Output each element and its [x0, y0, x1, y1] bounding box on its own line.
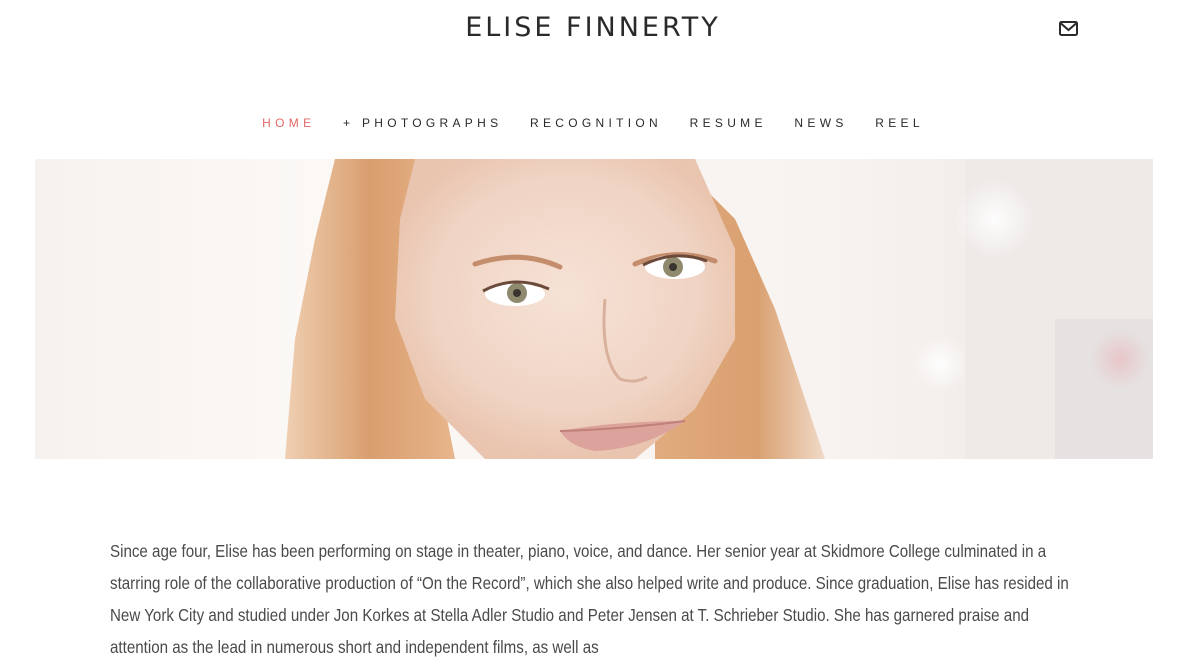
main-nav: HOME + PHOTOGRAPHS RECOGNITION RESUME NE…	[0, 116, 1186, 130]
nav-recognition[interactable]: RECOGNITION	[530, 116, 662, 130]
bio-text: Since age four, Elise has been performin…	[110, 541, 1069, 657]
nav-news[interactable]: NEWS	[794, 116, 847, 130]
envelope-icon-svg	[1059, 21, 1078, 36]
nav-photographs[interactable]: + PHOTOGRAPHS	[343, 116, 502, 130]
nav-reel[interactable]: REEL	[875, 116, 924, 130]
envelope-icon[interactable]	[1058, 20, 1080, 38]
hero-portrait-image	[35, 159, 1153, 459]
page: ELISE FINNERTY HOME + PHOTOGRAPHS RECOGN…	[0, 0, 1190, 668]
portrait-photo	[35, 159, 1153, 459]
site-title[interactable]: ELISE FINNERTY	[0, 12, 1186, 43]
nav-home[interactable]: HOME	[262, 116, 315, 130]
nav-resume[interactable]: RESUME	[690, 116, 767, 130]
